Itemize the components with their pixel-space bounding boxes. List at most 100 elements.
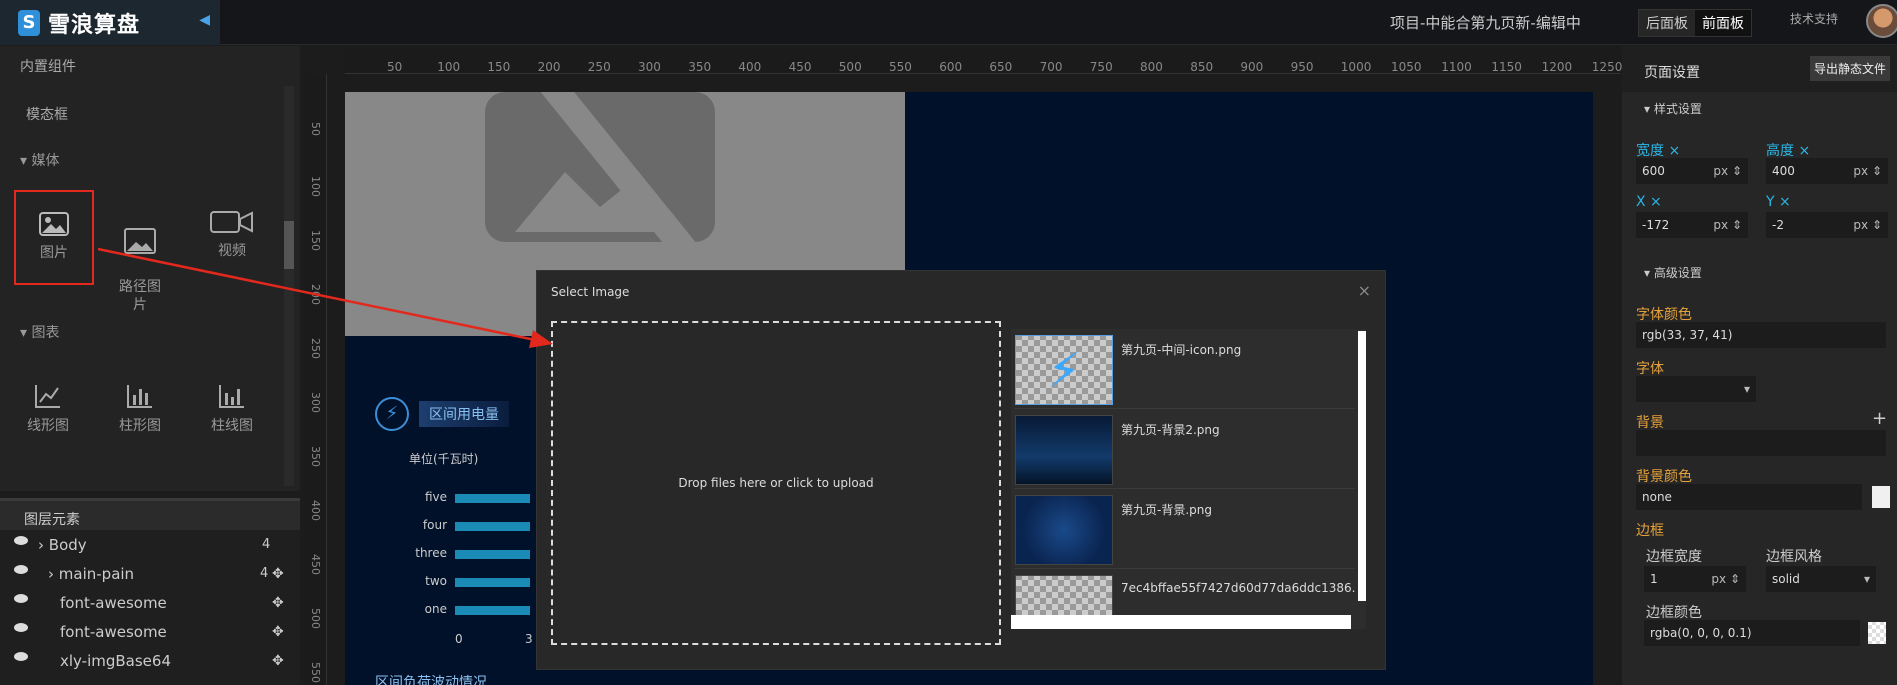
layer-label: font-awesome xyxy=(60,593,167,612)
component-path-image[interactable]: 路径图 片 xyxy=(100,190,180,313)
select-image-dialog: Select Image × Drop files here or click … xyxy=(536,270,1386,670)
ruler-tick: 150 xyxy=(487,60,511,74)
eye-icon[interactable] xyxy=(14,536,28,545)
component-image[interactable]: 图片 xyxy=(14,190,94,285)
add-background-button[interactable]: + xyxy=(1872,408,1887,429)
border-color-input[interactable]: rgba(0, 0, 0, 0.1) xyxy=(1644,620,1860,646)
ruler-tick: 800 xyxy=(1140,60,1163,74)
width-input[interactable]: 600 px ⇕ xyxy=(1636,158,1748,184)
second-card-title: 区间负荷波动情况 xyxy=(375,675,487,685)
ruler-tick: 900 xyxy=(1240,60,1264,74)
file-list-hscrollbar[interactable] xyxy=(1011,615,1351,629)
layer-row[interactable]: › main-pain 4 ✥ xyxy=(0,559,300,588)
ruler-tick: 1100 xyxy=(1441,60,1472,74)
eye-icon[interactable] xyxy=(14,594,28,603)
layer-row[interactable]: font-awesome ✥ xyxy=(0,588,300,617)
layer-count: 4 xyxy=(262,537,271,552)
front-panel-button[interactable]: 前面板 xyxy=(1695,10,1751,36)
file-item[interactable]: 7ec4bffae55f7427d60d77da6ddc1386.jpg xyxy=(1015,569,1355,615)
font-color-input[interactable]: rgb(33, 37, 41) xyxy=(1636,322,1886,348)
scrollbar-thumb[interactable] xyxy=(284,221,294,269)
border-style-select[interactable]: solid ▾ xyxy=(1766,566,1876,592)
advanced-section-header[interactable]: ▾ 高级设置 xyxy=(1644,264,1702,281)
layer-label: xly-imgBase64 xyxy=(60,651,171,670)
ruler-tick: 200 xyxy=(537,60,561,74)
file-list-scrollbar[interactable] xyxy=(1358,331,1366,601)
eye-icon[interactable] xyxy=(14,623,28,632)
bar xyxy=(455,578,530,587)
ruler-tick: 300 xyxy=(309,392,322,413)
width-unit: px ⇕ xyxy=(1713,164,1742,178)
upload-dropzone[interactable]: Drop files here or click to upload xyxy=(551,321,1001,645)
export-static-button[interactable]: 导出静态文件 xyxy=(1810,56,1891,81)
file-item[interactable]: 第九页-背景.png xyxy=(1015,489,1355,569)
ruler-tick: 1050 xyxy=(1391,60,1422,74)
move-icon[interactable]: ✥ xyxy=(272,624,284,640)
eye-icon[interactable] xyxy=(14,565,28,574)
support-link[interactable]: 技术支持 xyxy=(1790,10,1838,27)
bg-color-input[interactable]: none xyxy=(1636,484,1862,510)
file-thumbnail xyxy=(1015,575,1113,615)
file-item[interactable]: ⚡ 第九页-中间-icon.png xyxy=(1015,329,1355,409)
avatar[interactable] xyxy=(1866,4,1897,38)
bar-label: one xyxy=(424,602,447,616)
height-input[interactable]: 400 px ⇕ xyxy=(1766,158,1888,184)
border-color-swatch[interactable] xyxy=(1868,622,1886,644)
layer-row[interactable]: xly-imgBase64 ✥ xyxy=(0,646,300,675)
y-unit: px ⇕ xyxy=(1853,218,1882,232)
image-icon xyxy=(39,212,69,236)
border-width-input[interactable]: 1 px ⇕ xyxy=(1644,566,1746,592)
bar xyxy=(455,522,530,531)
bg-color-swatch[interactable] xyxy=(1872,486,1890,508)
bar-row: two xyxy=(395,574,530,588)
component-video[interactable]: 视频 xyxy=(192,190,272,285)
style-section-header[interactable]: ▾ 样式设置 xyxy=(1644,100,1702,117)
layer-row[interactable]: font-awesome ✥ xyxy=(0,617,300,646)
component-image-label: 图片 xyxy=(40,245,68,261)
component-modal[interactable]: 模态框 xyxy=(26,104,68,124)
ruler-tick: 450 xyxy=(309,554,322,575)
ruler-tick: 350 xyxy=(309,446,322,467)
component-line-chart[interactable]: 线形图 xyxy=(8,363,88,458)
layer-row[interactable]: › Body 4 xyxy=(0,530,300,559)
chart-section-header[interactable]: ▾ 图表 xyxy=(20,322,59,342)
close-icon[interactable]: × xyxy=(1358,281,1371,300)
file-item[interactable]: 第九页-背景2.png xyxy=(1015,409,1355,489)
move-icon[interactable]: ✥ xyxy=(272,595,284,611)
ruler-tick: 150 xyxy=(309,230,322,251)
ruler-tick: 100 xyxy=(437,60,461,74)
bg-color-label: 背景颜色 xyxy=(1636,469,1692,485)
back-panel-button[interactable]: 后面板 xyxy=(1639,10,1695,36)
font-select[interactable]: ▾ xyxy=(1636,376,1756,402)
unit-label: 单位(千瓦时) xyxy=(409,452,479,466)
move-icon[interactable]: ✥ xyxy=(272,566,284,582)
property-panel: 页面设置 导出静态文件 ▾ 样式设置 宽度 × 高度 × 600 px ⇕ 400… xyxy=(1622,46,1897,685)
ruler-tick: 350 xyxy=(688,60,712,74)
collapse-sidebar-icon[interactable]: ◀ xyxy=(199,12,210,28)
layer-label: font-awesome xyxy=(60,622,167,641)
component-bar-line-chart[interactable]: 柱线图 xyxy=(192,363,272,458)
dropzone-text: Drop files here or click to upload xyxy=(678,476,874,490)
border-color-label: 边框颜色 xyxy=(1646,605,1702,621)
component-panel-scrollbar[interactable] xyxy=(284,86,294,486)
file-name: 7ec4bffae55f7427d60d77da6ddc1386.jpg xyxy=(1121,581,1355,595)
bar-label: five xyxy=(424,490,447,504)
move-icon[interactable]: ✥ xyxy=(272,653,284,669)
background-input[interactable] xyxy=(1636,430,1886,456)
ruler-tick: 750 xyxy=(1089,60,1113,74)
layer-label: › main-pain xyxy=(48,564,135,583)
component-bar-chart[interactable]: 柱形图 xyxy=(100,363,180,458)
file-name: 第九页-背景.png xyxy=(1121,503,1212,517)
component-panel: 内置组件 模态框 ▾ 媒体 图片 路径图 片 视频 ▾ 图表 线形图 柱形图 柱… xyxy=(0,46,300,491)
y-input[interactable]: -2 px ⇕ xyxy=(1766,212,1888,238)
bar-label: four xyxy=(422,518,447,532)
card-title: ⚡ 区间用电量 xyxy=(375,397,509,431)
vertical-ruler: 50 100 150 200 250 300 350 400 450 500 550 xyxy=(305,74,327,685)
component-line-chart-label: 线形图 xyxy=(27,418,69,434)
x-input[interactable]: -172 px ⇕ xyxy=(1636,212,1748,238)
bar-label: three xyxy=(415,546,447,560)
app-name: 雪浪算盘 xyxy=(48,12,141,38)
ruler-tick: 550 xyxy=(889,60,912,74)
media-section-header[interactable]: ▾ 媒体 xyxy=(20,150,59,170)
eye-icon[interactable] xyxy=(14,652,28,661)
